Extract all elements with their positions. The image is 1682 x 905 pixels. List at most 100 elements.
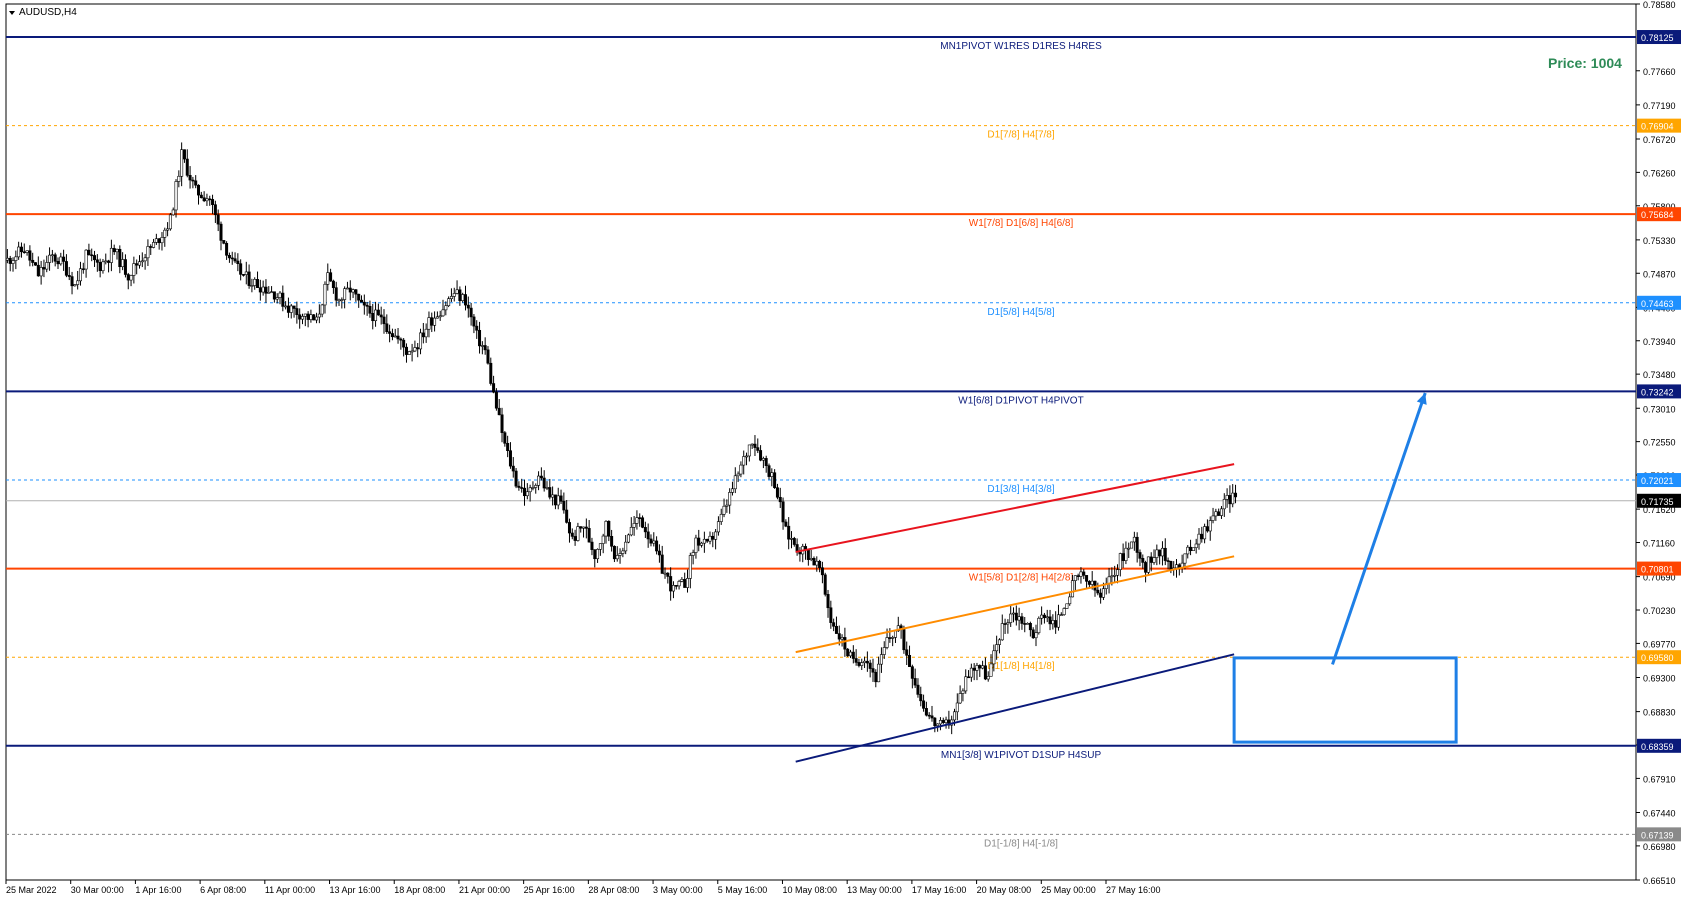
price-banner: Price: 1004 bbox=[1548, 55, 1622, 71]
candle-body bbox=[1191, 547, 1195, 552]
y-tick-label: 0.72550 bbox=[1643, 438, 1676, 448]
candle-body bbox=[281, 292, 285, 307]
candle-body bbox=[902, 629, 906, 651]
candle-body bbox=[1200, 533, 1204, 540]
candle-body bbox=[1228, 495, 1232, 505]
price-tag: 0.75684 bbox=[1641, 210, 1674, 220]
candle-body bbox=[492, 383, 496, 393]
candle-body bbox=[604, 520, 608, 537]
candle-body bbox=[615, 555, 619, 560]
x-tick-label: 28 Apr 08:00 bbox=[588, 885, 639, 895]
candle-body bbox=[1222, 498, 1226, 510]
candle-body bbox=[787, 525, 791, 540]
x-tick-label: 6 Apr 08:00 bbox=[200, 885, 246, 895]
candle-body bbox=[312, 314, 316, 321]
chart-canvas[interactable]: 0.78580 0.77660 0.77190 0.76720 0.76260 0.758… bbox=[0, 0, 1682, 900]
candle-body bbox=[559, 495, 563, 502]
candle-body bbox=[905, 649, 909, 656]
candle-body bbox=[76, 280, 80, 285]
candle-body bbox=[329, 272, 333, 282]
candle-body bbox=[278, 292, 282, 298]
candle-body bbox=[961, 690, 965, 694]
price-tag: 0.69580 bbox=[1641, 653, 1674, 663]
candle-body bbox=[430, 317, 434, 326]
candle-body bbox=[360, 299, 364, 303]
candle-body bbox=[298, 314, 302, 320]
candle-body bbox=[123, 259, 127, 275]
candle-body bbox=[865, 660, 869, 664]
candle-body bbox=[309, 314, 313, 320]
candle-body bbox=[126, 274, 130, 281]
candle-body bbox=[253, 279, 257, 286]
candle-body bbox=[483, 345, 487, 351]
candle-body bbox=[494, 391, 498, 409]
candle-body bbox=[154, 238, 158, 243]
candle-body bbox=[427, 317, 431, 330]
candle-body bbox=[348, 287, 352, 293]
candle-body bbox=[194, 180, 198, 186]
candle-body bbox=[632, 523, 636, 528]
candle-body bbox=[466, 304, 470, 309]
candle-body bbox=[393, 335, 397, 338]
candle-body bbox=[149, 246, 153, 248]
candle-body bbox=[846, 648, 850, 657]
candle-body bbox=[677, 581, 681, 587]
candle-body bbox=[851, 651, 855, 659]
candle-body bbox=[1183, 553, 1187, 564]
candle-body bbox=[843, 637, 847, 650]
candle-body bbox=[849, 651, 853, 657]
x-tick-label: 17 May 16:00 bbox=[912, 885, 967, 895]
candle-body bbox=[967, 676, 971, 679]
candle-body bbox=[1214, 511, 1218, 517]
candle-body bbox=[879, 654, 883, 665]
candle-body bbox=[657, 550, 661, 556]
candle-body bbox=[952, 711, 956, 721]
candle-body bbox=[53, 254, 57, 262]
candle-body bbox=[1054, 620, 1058, 628]
candle-body bbox=[17, 246, 21, 258]
candle-body bbox=[5, 257, 9, 261]
candle-body bbox=[14, 256, 18, 261]
candle-body bbox=[118, 248, 122, 268]
candle-body bbox=[809, 558, 813, 560]
candle-body bbox=[1014, 612, 1018, 621]
candle-body bbox=[913, 678, 917, 686]
candle-body bbox=[986, 676, 990, 680]
candle-body bbox=[458, 289, 462, 301]
candle-body bbox=[239, 263, 243, 275]
candle-body bbox=[778, 496, 782, 503]
candle-body bbox=[1234, 492, 1238, 498]
candle-body bbox=[351, 289, 355, 293]
candle-body bbox=[115, 248, 119, 253]
candle-body bbox=[708, 535, 712, 542]
candle-body bbox=[497, 407, 501, 416]
candle-body bbox=[357, 293, 361, 301]
candle-body bbox=[374, 309, 378, 322]
candle-body bbox=[1189, 546, 1193, 552]
candle-body bbox=[927, 714, 931, 717]
pivot-level-label: D1[1/8] H4[1/8] bbox=[987, 661, 1054, 672]
candle-body bbox=[857, 662, 861, 666]
candle-body bbox=[272, 291, 276, 300]
candle-body bbox=[1132, 536, 1136, 543]
candle-body bbox=[191, 179, 195, 182]
candle-body bbox=[815, 560, 819, 566]
price-chart[interactable]: 0.785800.776600.771900.767200.762600.758… bbox=[0, 0, 1682, 900]
candle-body bbox=[683, 579, 687, 588]
candle-body bbox=[596, 549, 600, 560]
candle-body bbox=[109, 247, 113, 263]
candle-body bbox=[964, 676, 968, 692]
candle-body bbox=[219, 223, 223, 241]
candle-body bbox=[691, 552, 695, 556]
candle-body bbox=[489, 362, 493, 384]
candle-body bbox=[590, 541, 594, 550]
candle-body bbox=[834, 625, 838, 634]
candle-body bbox=[975, 665, 979, 671]
price-tag: 0.78125 bbox=[1641, 33, 1674, 43]
candle-body bbox=[812, 558, 816, 566]
candle-body bbox=[216, 214, 220, 225]
y-tick-label: 0.77190 bbox=[1643, 101, 1676, 111]
candle-body bbox=[750, 443, 754, 446]
candle-body bbox=[340, 299, 344, 301]
candle-body bbox=[438, 315, 442, 318]
